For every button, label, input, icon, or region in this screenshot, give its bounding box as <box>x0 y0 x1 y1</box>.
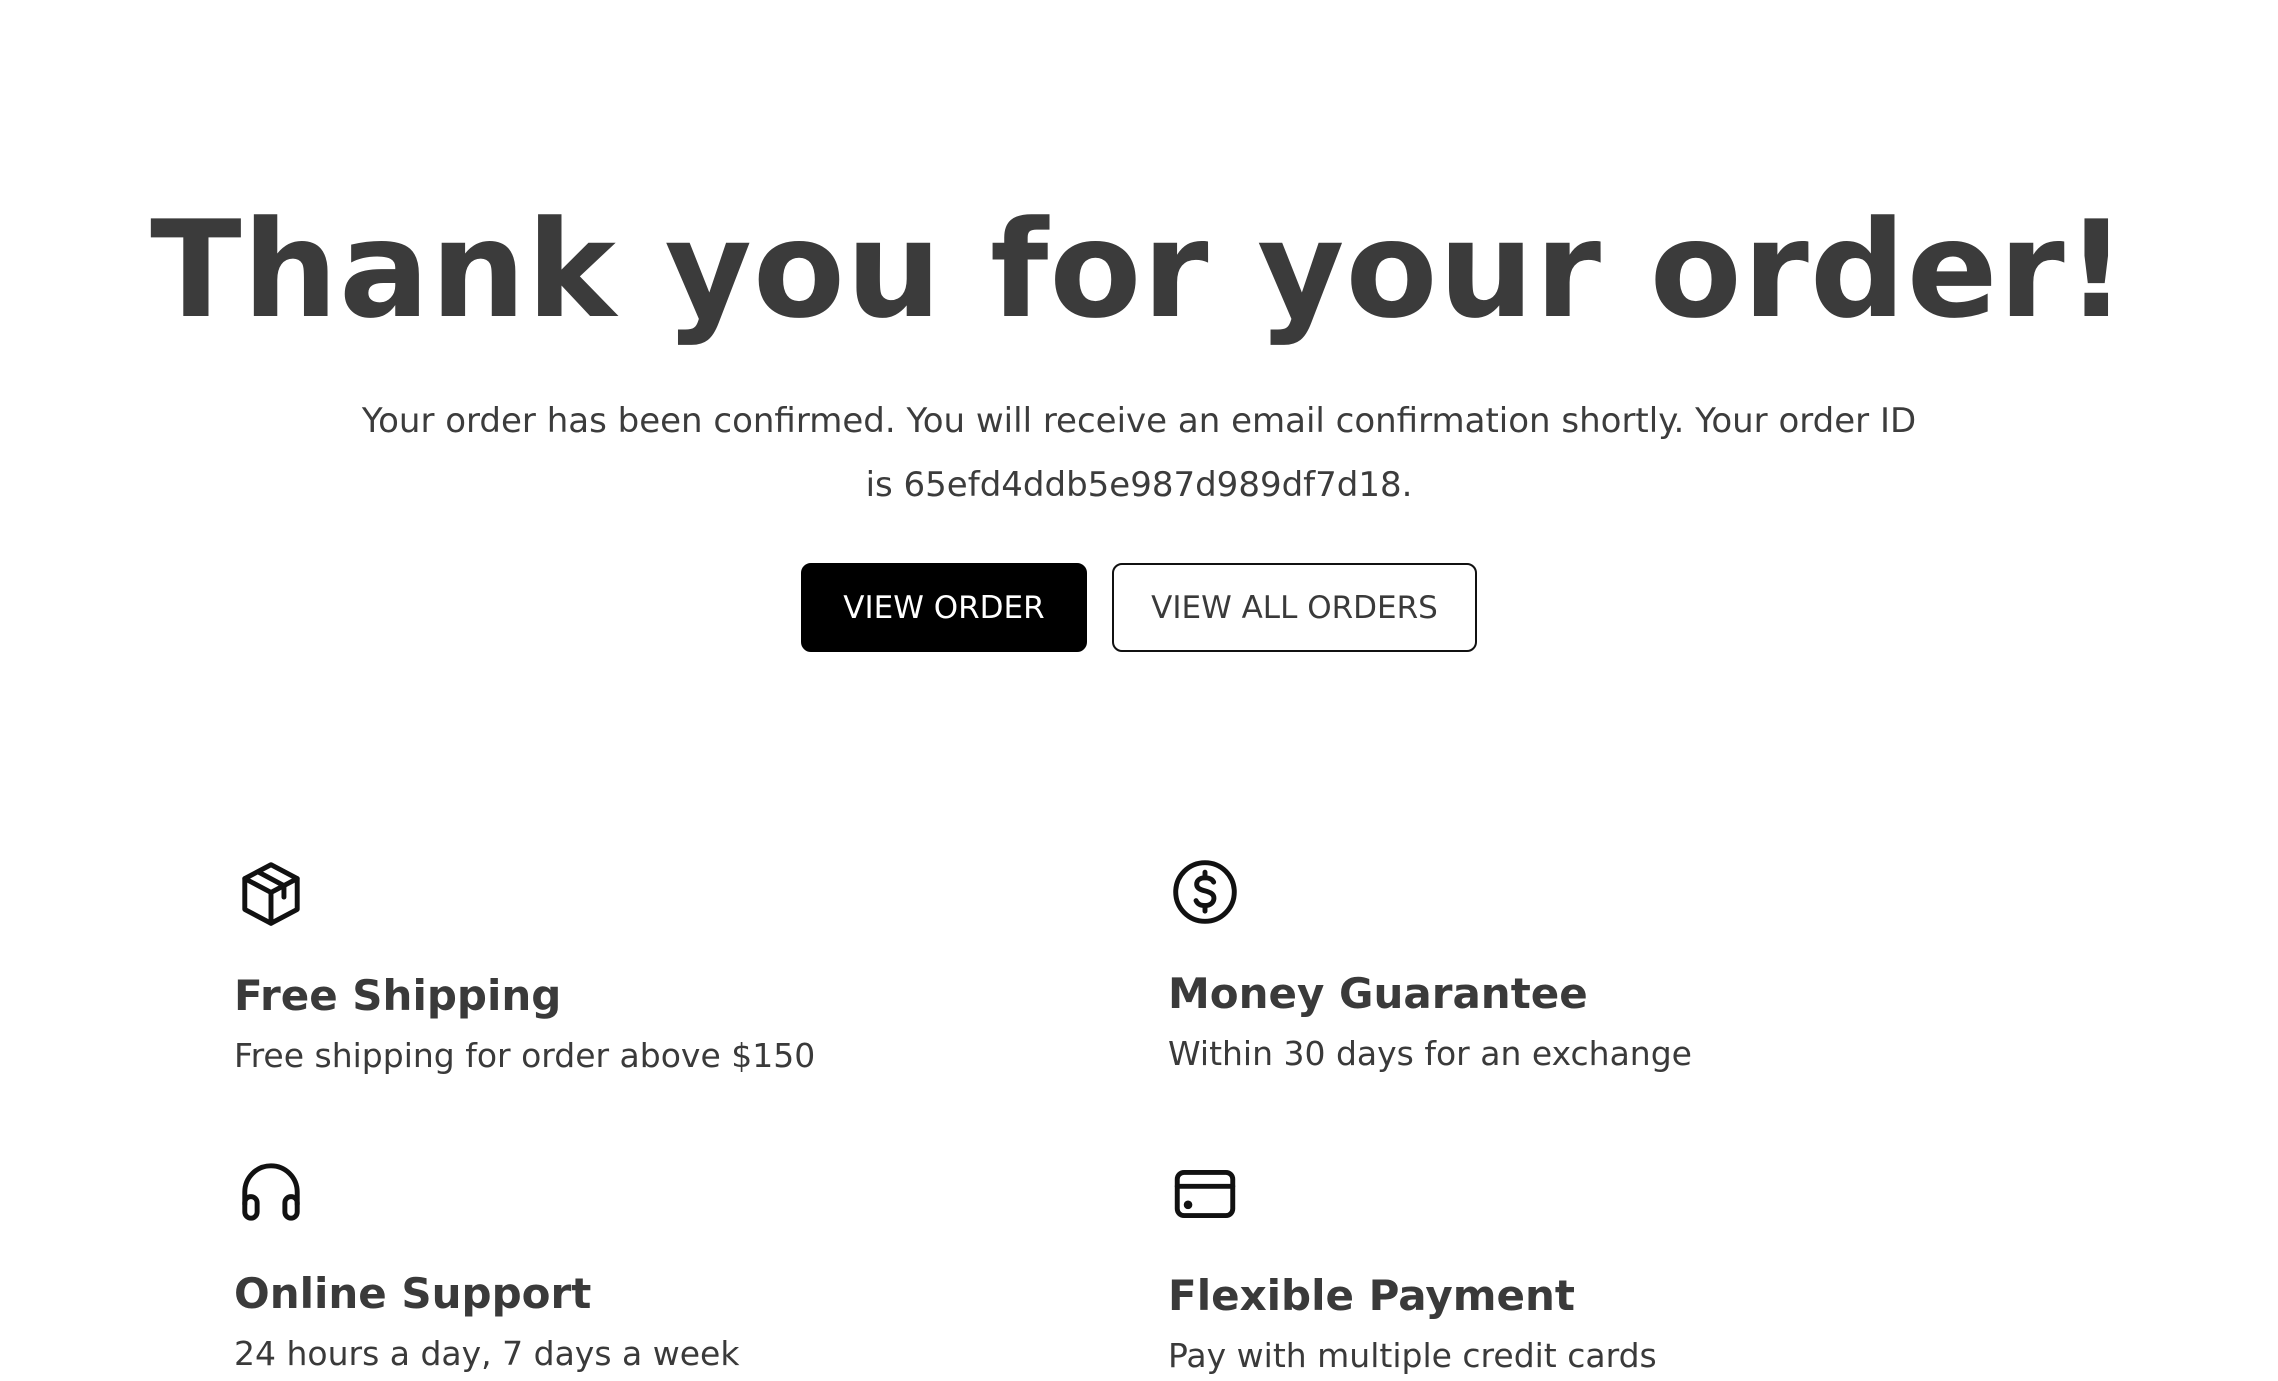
page-title: Thank you for your order! <box>150 192 2128 348</box>
order-confirmation-message: Your order has been confirmed. You will … <box>361 401 1917 505</box>
view-order-button[interactable]: VIEW ORDER <box>801 563 1087 652</box>
feature-flexible-payment: Flexible Payment Pay with multiple credi… <box>1168 1157 1968 1381</box>
view-all-orders-button[interactable]: VIEW ALL ORDERS <box>1112 563 1477 652</box>
feature-description: Free shipping for order above $150 <box>234 1036 816 1075</box>
feature-title: Money Guarantee <box>1168 969 1588 1018</box>
order-actions: VIEW ORDER VIEW ALL ORDERS <box>0 563 2278 652</box>
feature-money-guarantee: Money Guarantee Within 30 days for an ex… <box>1168 855 1968 1079</box>
feature-free-shipping: Free Shipping Free shipping for order ab… <box>234 857 1034 1081</box>
dollar-circle-icon <box>1168 855 1242 929</box>
package-icon <box>234 857 308 931</box>
feature-online-support: Online Support 24 hours a day, 7 days a … <box>234 1155 1034 1379</box>
feature-title: Online Support <box>234 1269 592 1318</box>
feature-description: Within 30 days for an exchange <box>1168 1034 1692 1073</box>
feature-title: Free Shipping <box>234 971 562 1020</box>
feature-description: Pay with multiple credit cards <box>1168 1336 1657 1375</box>
headphones-icon <box>234 1155 308 1229</box>
feature-description: 24 hours a day, 7 days a week <box>234 1334 740 1373</box>
feature-title: Flexible Payment <box>1168 1271 1575 1320</box>
credit-card-icon <box>1168 1157 1242 1231</box>
order-confirmation-hero: Thank you for your order! Your order has… <box>0 185 2278 517</box>
